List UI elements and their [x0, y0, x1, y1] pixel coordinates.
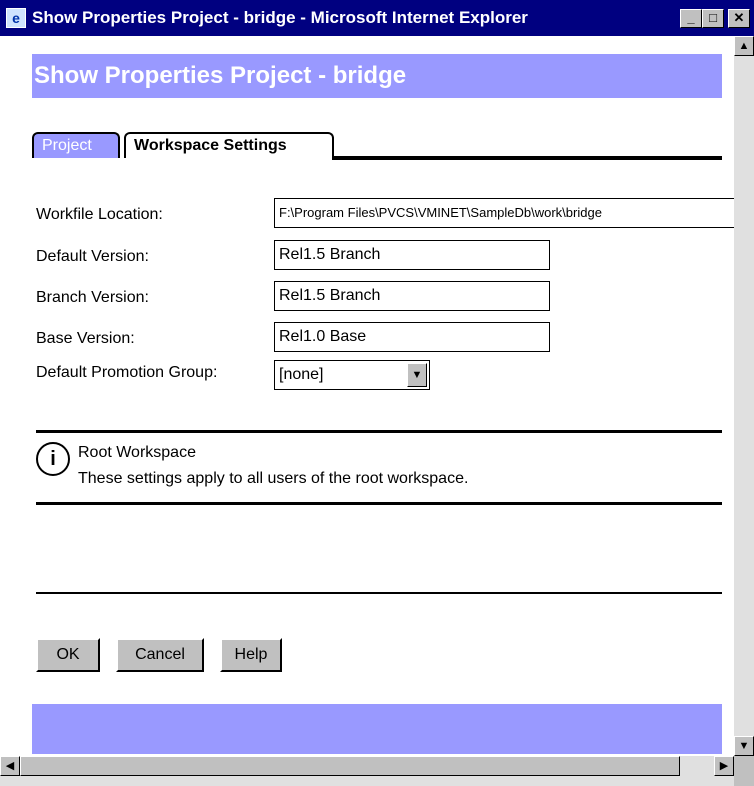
- page-header: Show Properties Project - bridge: [32, 54, 722, 98]
- scroll-right-icon[interactable]: ▶: [714, 756, 734, 776]
- default-version-field[interactable]: Rel1.5 Branch: [274, 240, 550, 270]
- branch-version-field[interactable]: Rel1.5 Branch: [274, 281, 550, 311]
- browser-window: e Show Properties Project - bridge - Mic…: [0, 0, 754, 786]
- tab-workspace-settings[interactable]: Workspace Settings: [124, 132, 334, 158]
- title-bar: e Show Properties Project - bridge - Mic…: [0, 0, 754, 36]
- promotion-group-value: [none]: [279, 366, 324, 383]
- help-button[interactable]: Help: [220, 638, 282, 672]
- divider-bottom: [36, 592, 722, 594]
- scroll-up-icon[interactable]: ▲: [734, 36, 754, 56]
- tab-strip: Project Workspace Settings: [32, 130, 722, 162]
- info-text: These settings apply to all users of the…: [78, 470, 469, 487]
- default-version-label: Default Version:: [36, 248, 149, 265]
- base-version-label: Base Version:: [36, 330, 135, 347]
- ie-icon[interactable]: e: [6, 8, 26, 28]
- maximize-button[interactable]: □: [702, 9, 724, 28]
- close-button[interactable]: ✕: [728, 9, 750, 28]
- base-version-field[interactable]: Rel1.0 Base: [274, 322, 550, 352]
- branch-version-label: Branch Version:: [36, 289, 149, 306]
- horizontal-scrollbar[interactable]: ◀ ▶: [0, 756, 734, 786]
- vertical-scrollbar[interactable]: ▲ ▼: [734, 36, 754, 756]
- workfile-location-label: Workfile Location:: [36, 206, 163, 223]
- info-title: Root Workspace: [78, 444, 196, 461]
- minimize-button[interactable]: _: [680, 9, 702, 28]
- page-title: Show Properties Project - bridge: [34, 62, 407, 89]
- page-footer: [32, 704, 722, 754]
- tab-underline: [332, 156, 722, 160]
- ok-button[interactable]: OK: [36, 638, 100, 672]
- info-icon: i: [36, 442, 70, 476]
- divider-top: [36, 430, 722, 433]
- promotion-group-label: Default Promotion Group:: [36, 364, 218, 381]
- divider-middle: [36, 502, 722, 505]
- cancel-button[interactable]: Cancel: [116, 638, 204, 672]
- promotion-group-select[interactable]: [none] ▼: [274, 360, 430, 390]
- scroll-thumb[interactable]: [20, 756, 680, 776]
- window-title: Show Properties Project - bridge - Micro…: [32, 8, 528, 27]
- scroll-left-icon[interactable]: ◀: [0, 756, 20, 776]
- chevron-down-icon[interactable]: ▼: [407, 363, 427, 387]
- workfile-location-field[interactable]: F:\Program Files\PVCS\VMINET\SampleDb\wo…: [274, 198, 734, 228]
- scrollbar-corner: [734, 756, 754, 786]
- scroll-down-icon[interactable]: ▼: [734, 736, 754, 756]
- tab-project[interactable]: Project: [32, 132, 120, 158]
- page-content: Show Properties Project - bridge Project…: [0, 36, 734, 756]
